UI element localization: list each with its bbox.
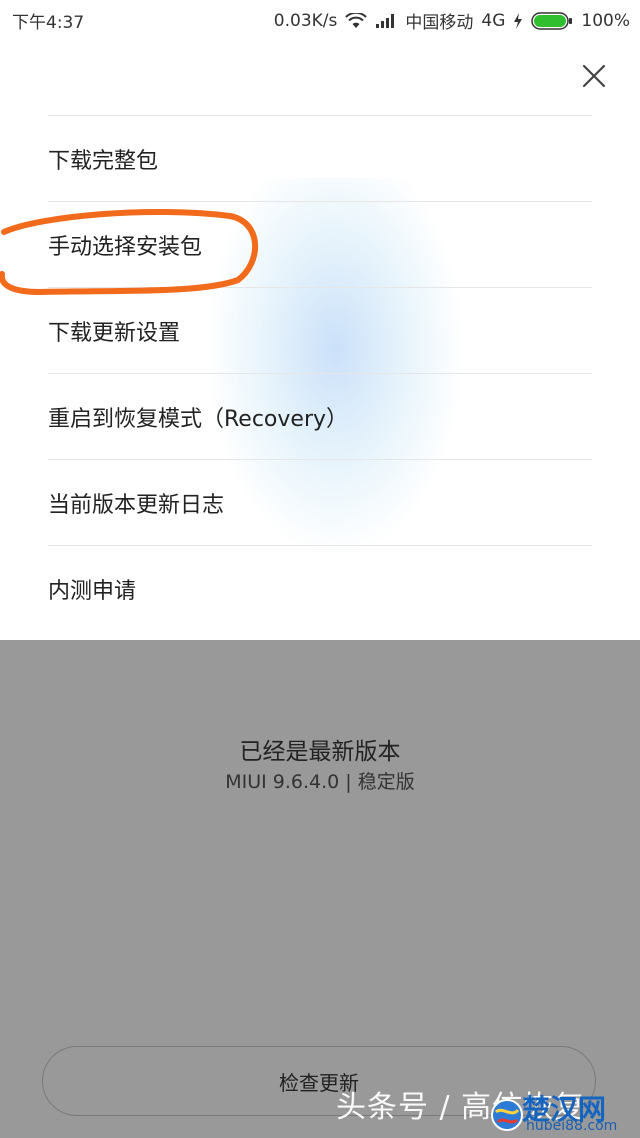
menu-item-label: 重启到恢复模式（Recovery）: [48, 406, 349, 432]
network-type: 4G: [481, 10, 506, 31]
close-icon: [582, 64, 606, 88]
site-domain: hubei88.com: [526, 1118, 618, 1134]
wifi-icon: [345, 12, 368, 28]
menu-item-label: 手动选择安装包: [48, 234, 203, 260]
menu-item-label: 下载完整包: [48, 148, 159, 174]
status-bar: 下午4:37 0.03K/s 中国移动 4G 100%: [0, 0, 640, 38]
status-right: 0.03K/s 中国移动 4G 100%: [273, 8, 630, 34]
options-menu: 下载完整包 手动选择安装包 下载更新设置 重启到恢复模式（Recovery） 当…: [48, 115, 592, 631]
options-sheet: 下载完整包 手动选择安装包 下载更新设置 重启到恢复模式（Recovery） 当…: [0, 38, 640, 640]
menu-item-update-settings[interactable]: 下载更新设置: [48, 287, 592, 373]
menu-item-beta[interactable]: 内测申请: [48, 545, 592, 631]
status-time: 下午4:37: [12, 13, 85, 33]
menu-item-recovery[interactable]: 重启到恢复模式（Recovery）: [48, 373, 592, 459]
globe-icon: [491, 1099, 523, 1131]
carrier-name: 中国移动: [405, 13, 474, 33]
close-button[interactable]: [572, 58, 616, 94]
menu-item-label: 下载更新设置: [48, 320, 181, 346]
site-logo: 楚汉网 hubei88.com: [490, 1090, 640, 1138]
menu-item-label: 当前版本更新日志: [48, 492, 225, 518]
menu-item-changelog[interactable]: 当前版本更新日志: [48, 459, 592, 545]
menu-item-download-full[interactable]: 下载完整包: [48, 115, 592, 201]
menu-item-label: 内测申请: [48, 578, 137, 604]
network-speed: 0.03K/s: [273, 10, 338, 31]
signal-icon: [376, 13, 395, 28]
charging-icon: [514, 12, 523, 29]
version-status: 已经是最新版本: [239, 739, 401, 765]
version-number: MIUI 9.6.4.0 | 稳定版: [225, 771, 415, 793]
battery-icon: [531, 11, 573, 30]
menu-item-manual-select[interactable]: 手动选择安装包: [48, 201, 592, 287]
battery-percent: 100%: [581, 10, 630, 31]
